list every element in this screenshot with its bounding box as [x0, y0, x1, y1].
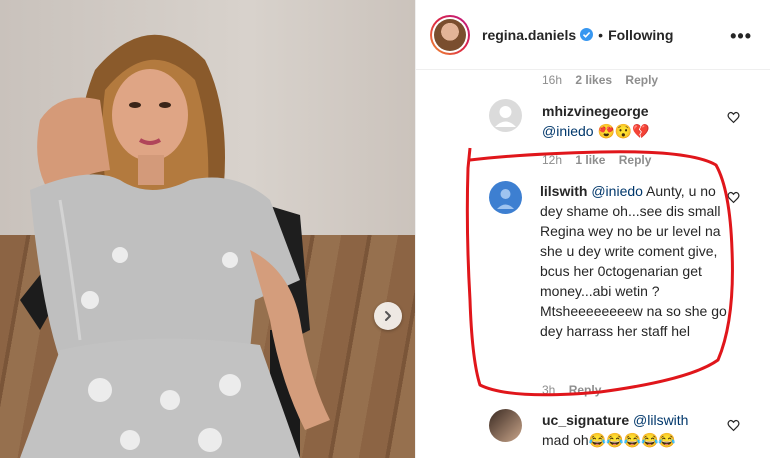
comment-likes[interactable]: 2 likes [575, 73, 612, 87]
comment-time[interactable]: 3h [542, 383, 555, 397]
next-photo-button[interactable] [374, 302, 402, 330]
comment-username[interactable]: lilswith [540, 183, 587, 199]
comment-text: mad oh😂😂😂😂😂 [542, 432, 676, 448]
reply-button[interactable]: Reply [625, 73, 658, 87]
comment-mention[interactable]: @lilswith [633, 412, 688, 428]
like-heart-icon[interactable] [727, 419, 740, 432]
author-avatar[interactable] [430, 14, 470, 55]
verified-badge-icon [580, 28, 594, 41]
author-username[interactable]: regina.daniels [482, 27, 576, 43]
separator-dot: • [598, 26, 604, 43]
comment-lilswith: lilswith @iniedo Aunty, u no dey shame o… [540, 181, 734, 341]
comment-time[interactable]: 16h [542, 73, 562, 87]
like-heart-icon[interactable] [727, 111, 740, 124]
following-button[interactable]: Following [608, 27, 673, 43]
photo-subject [20, 34, 330, 458]
like-heart-icon[interactable] [727, 191, 740, 204]
comment-mhizvinegeorge: mhizvinegeorge @iniedo 😍😯💔 [542, 101, 722, 141]
comment-mention[interactable]: @iniedo [542, 123, 594, 139]
commenter-avatar[interactable] [489, 181, 522, 214]
reply-button[interactable]: Reply [569, 383, 602, 397]
more-options-icon[interactable]: ••• [730, 26, 752, 47]
comment-uc-signature: uc_signature @lilswith mad oh😂😂😂😂😂 [542, 410, 732, 450]
comment-username[interactable]: uc_signature [542, 412, 629, 428]
commenter-avatar[interactable] [489, 99, 522, 132]
post-photo [0, 0, 415, 458]
post-header: regina.daniels • Following ••• [416, 0, 770, 70]
chevron-right-icon [385, 311, 391, 321]
comment-username[interactable]: mhizvinegeorge [542, 101, 722, 121]
comment-mention[interactable]: @iniedo [591, 183, 643, 199]
comment-meta: 12h 1 like Reply [542, 153, 661, 167]
comment-meta: 16h 2 likes Reply [542, 73, 668, 87]
commenter-avatar[interactable] [489, 409, 522, 442]
comment-text: 😍😯💔 [597, 123, 650, 139]
comment-text: Aunty, u no dey shame oh...see dis small… [540, 183, 727, 339]
comments-panel: regina.daniels • Following ••• 16h 2 lik… [415, 0, 770, 458]
comment-time[interactable]: 12h [542, 153, 562, 167]
comment-meta: 3h Reply [542, 383, 611, 397]
reply-button[interactable]: Reply [619, 153, 652, 167]
comment-likes[interactable]: 1 like [575, 153, 605, 167]
